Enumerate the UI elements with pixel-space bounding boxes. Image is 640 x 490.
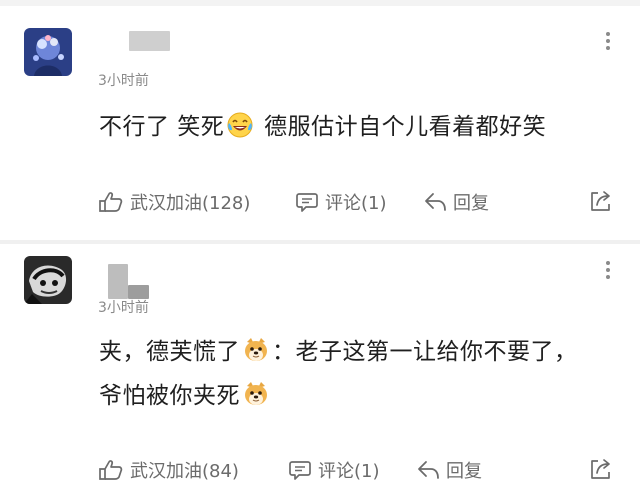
avatar[interactable] — [24, 28, 72, 76]
comment-line: 爷怕被你夹死 — [99, 374, 612, 418]
thumbs-up-icon — [99, 460, 123, 480]
comment-text-part: 夹，德芙慌了 — [99, 339, 240, 365]
like-button[interactable]: 武汉加油(84) — [98, 455, 239, 485]
comment-text-part: ：老子这第一让给你不要了， — [272, 339, 578, 365]
comment-item: 3小时前 不行了 笑死 德服估计自个儿看着都好笑 武汉加油(128) 评论(1)… — [0, 6, 640, 240]
comments-count-button[interactable]: 评论(1) — [288, 455, 380, 485]
comment-bubble-icon — [296, 193, 318, 212]
comments-count-button[interactable]: 评论(1) — [295, 187, 387, 217]
comments-count-label: 评论(1) — [325, 193, 387, 214]
thumbs-up-icon — [99, 192, 123, 212]
comment-text-part: 不行了 笑死 — [99, 114, 225, 140]
reply-button[interactable]: 回复 — [423, 187, 489, 217]
comment-text-part: 爷怕被你夹死 — [99, 383, 240, 409]
comment-actions: 武汉加油(84) 评论(1) 回复 — [98, 455, 614, 485]
doge-icon — [242, 335, 270, 363]
doge-icon — [242, 379, 270, 407]
share-button[interactable] — [588, 456, 614, 486]
username-redacted — [108, 264, 128, 299]
share-icon — [591, 191, 610, 211]
more-options-button[interactable] — [602, 259, 614, 281]
comment-bubble-icon — [289, 461, 311, 480]
reply-label: 回复 — [446, 461, 482, 482]
comment-time: 3小时前 — [98, 300, 149, 316]
comment-text: 不行了 笑死 德服估计自个儿看着都好笑 — [99, 105, 612, 149]
more-options-button[interactable] — [602, 30, 614, 52]
reply-icon — [418, 461, 439, 479]
more-icon — [606, 261, 610, 279]
comment-actions: 武汉加油(128) 评论(1) 回复 — [98, 187, 614, 217]
avatar[interactable] — [24, 256, 72, 304]
laughing-tears-icon — [226, 110, 254, 138]
comment-text: 夹，德芙慌了 ：老子这第一让给你不要了， 爷怕被你夹死 — [99, 330, 612, 418]
like-label: 武汉加油(128) — [130, 193, 251, 214]
username-redacted — [129, 31, 170, 51]
more-icon — [606, 32, 610, 50]
comment-time: 3小时前 — [98, 73, 149, 89]
comment-line: 夹，德芙慌了 ：老子这第一让给你不要了， — [99, 330, 612, 374]
like-label: 武汉加油(84) — [130, 461, 239, 482]
comment-item: 3小时前 夹，德芙慌了 ：老子这第一让给你不要了， 爷怕被你夹死 武汉加油(84… — [0, 244, 640, 490]
comments-count-label: 评论(1) — [318, 461, 380, 482]
reply-icon — [425, 193, 446, 211]
reply-label: 回复 — [453, 193, 489, 214]
like-button[interactable]: 武汉加油(128) — [98, 187, 250, 217]
share-button[interactable] — [588, 188, 614, 218]
reply-button[interactable]: 回复 — [416, 455, 482, 485]
share-icon — [591, 459, 610, 479]
comment-text-part: 德服估计自个儿看着都好笑 — [256, 114, 547, 140]
